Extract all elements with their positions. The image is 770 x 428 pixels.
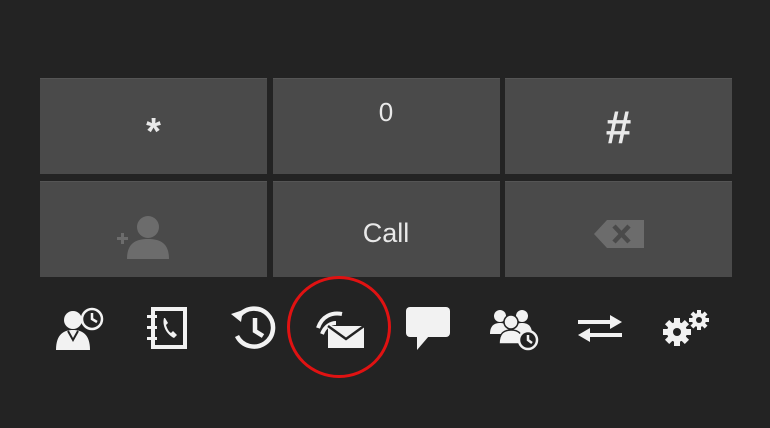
backspace-icon (593, 219, 644, 248)
transfer-arrows-icon (578, 315, 622, 342)
contacts-book-icon (147, 307, 187, 349)
key-zero-label: 0 (378, 97, 394, 127)
call-button-label: Call (362, 217, 410, 248)
call-history-icon (231, 306, 276, 349)
conference-button[interactable] (484, 295, 544, 361)
dial-keypad: * 0 # Call (40, 78, 732, 277)
chat-button[interactable] (398, 295, 458, 361)
add-contact-icon (116, 215, 169, 259)
call-button[interactable]: Call (272, 181, 500, 277)
voicemail-button[interactable] (310, 295, 370, 361)
add-contact-button[interactable] (40, 181, 267, 277)
settings-button[interactable] (656, 295, 716, 361)
voicemail-icon (316, 311, 365, 348)
backspace-button[interactable] (505, 181, 732, 277)
contacts-book-button[interactable] (136, 295, 196, 361)
key-hash[interactable]: # (505, 78, 732, 174)
presence-status-button[interactable] (50, 295, 110, 361)
dialer-screen: * 0 # Call (0, 0, 770, 428)
key-star[interactable]: * (40, 78, 267, 174)
key-hash-label: # (605, 100, 632, 153)
key-star-label: * (146, 111, 161, 153)
presence-status-icon (56, 307, 104, 350)
key-zero[interactable]: 0 (272, 78, 500, 174)
chat-bubble-icon (406, 307, 450, 350)
conference-icon (490, 310, 539, 351)
bottom-toolbar (0, 295, 770, 365)
call-history-button[interactable] (224, 295, 284, 361)
transfer-button[interactable] (570, 295, 630, 361)
settings-gears-icon (663, 310, 709, 346)
